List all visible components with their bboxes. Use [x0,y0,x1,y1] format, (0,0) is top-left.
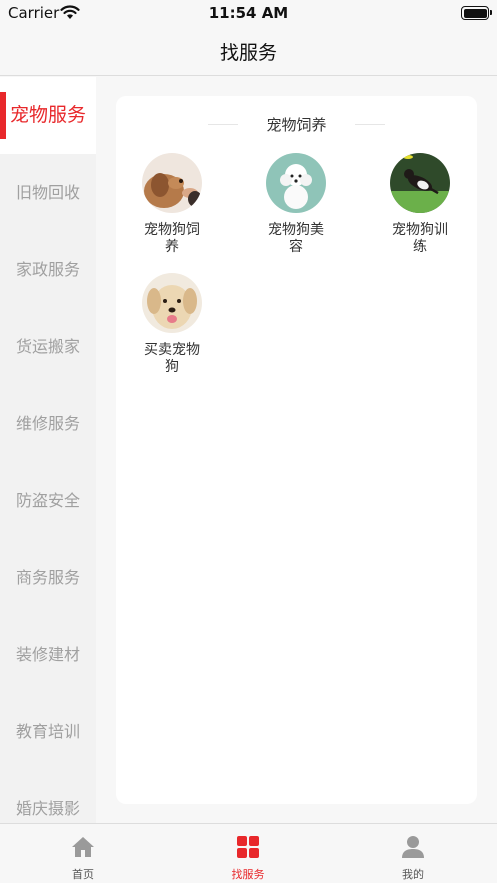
sidebar-item-business[interactable]: 商务服务 [0,539,96,616]
section-header: 宠物饲养 [116,114,477,134]
poodle-grooming-photo [266,153,326,213]
sidebar-item-label: 教育培训 [15,722,80,741]
service-label: 买卖宠物狗 [144,342,200,375]
service-item-dog-grooming[interactable]: 宠物狗美容 [240,153,352,256]
active-marker [0,92,6,139]
dog-feeding-photo [142,153,202,213]
sidebar-item-label: 防盗安全 [15,491,80,510]
divider [355,124,385,125]
sidebar-item-education[interactable]: 教育培训 [0,693,96,770]
dog-training-photo [390,153,450,213]
service-label: 宠物狗美容 [268,222,324,255]
service-item-dog-training[interactable]: 宠物狗训练 [364,153,476,256]
battery-icon [461,6,492,20]
service-item-dog-feeding[interactable]: 宠物狗饲养 [116,153,228,256]
sidebar-item-label: 宠物服务 [9,104,86,126]
sidebar-item-label: 家政服务 [15,260,80,279]
tab-find-service[interactable]: 找服务 [188,824,308,883]
user-icon [402,836,424,858]
home-icon [72,837,94,857]
puppy-trade-photo [142,273,202,333]
sidebar-item-housekeeping[interactable]: 家政服务 [0,231,96,308]
sidebar-item-pet-service[interactable]: 宠物服务 [0,77,96,154]
sidebar-item-label: 婚庆摄影 [15,799,80,818]
sidebar-item-label: 维修服务 [15,414,80,433]
service-label: 宠物狗饲养 [144,222,200,255]
tab-home[interactable]: 首页 [23,824,143,883]
tab-bar: 首页 找服务 我的 [0,823,497,883]
sidebar-item-recycling[interactable]: 旧物回收 [0,154,96,231]
sidebar-item-label: 商务服务 [15,568,80,587]
status-time: 11:54 AM [208,4,289,22]
sidebar-item-security[interactable]: 防盗安全 [0,462,96,539]
service-content-card: 宠物饲养 宠物狗饲养 宠物狗美容 宠物狗训练 买卖宠物狗 [116,96,477,804]
sidebar-item-label: 货运搬家 [15,337,80,356]
sidebar-item-repair[interactable]: 维修服务 [0,385,96,462]
sidebar-item-label: 装修建材 [15,645,80,664]
page-title: 找服务 [219,42,277,64]
section-title: 宠物饲养 [266,116,327,134]
navigation-bar: 找服务 [0,28,497,76]
category-sidebar: 宠物服务 旧物回收 家政服务 货运搬家 维修服务 防盗安全 商务服务 装修建材 … [0,77,96,823]
sidebar-item-decoration[interactable]: 装修建材 [0,616,96,693]
tab-label: 我的 [402,868,424,881]
sidebar-item-wedding[interactable]: 婚庆摄影 [0,770,96,823]
tab-label: 找服务 [231,868,265,881]
grid-icon [237,836,259,858]
tab-label: 首页 [72,868,94,881]
service-label: 宠物狗训练 [392,222,448,255]
sidebar-item-moving[interactable]: 货运搬家 [0,308,96,385]
status-bar: Carrier 11:54 AM [0,0,497,28]
sidebar-item-label: 旧物回收 [15,183,80,202]
service-item-puppy-trade[interactable]: 买卖宠物狗 [116,273,228,376]
tab-profile[interactable]: 我的 [353,824,473,883]
